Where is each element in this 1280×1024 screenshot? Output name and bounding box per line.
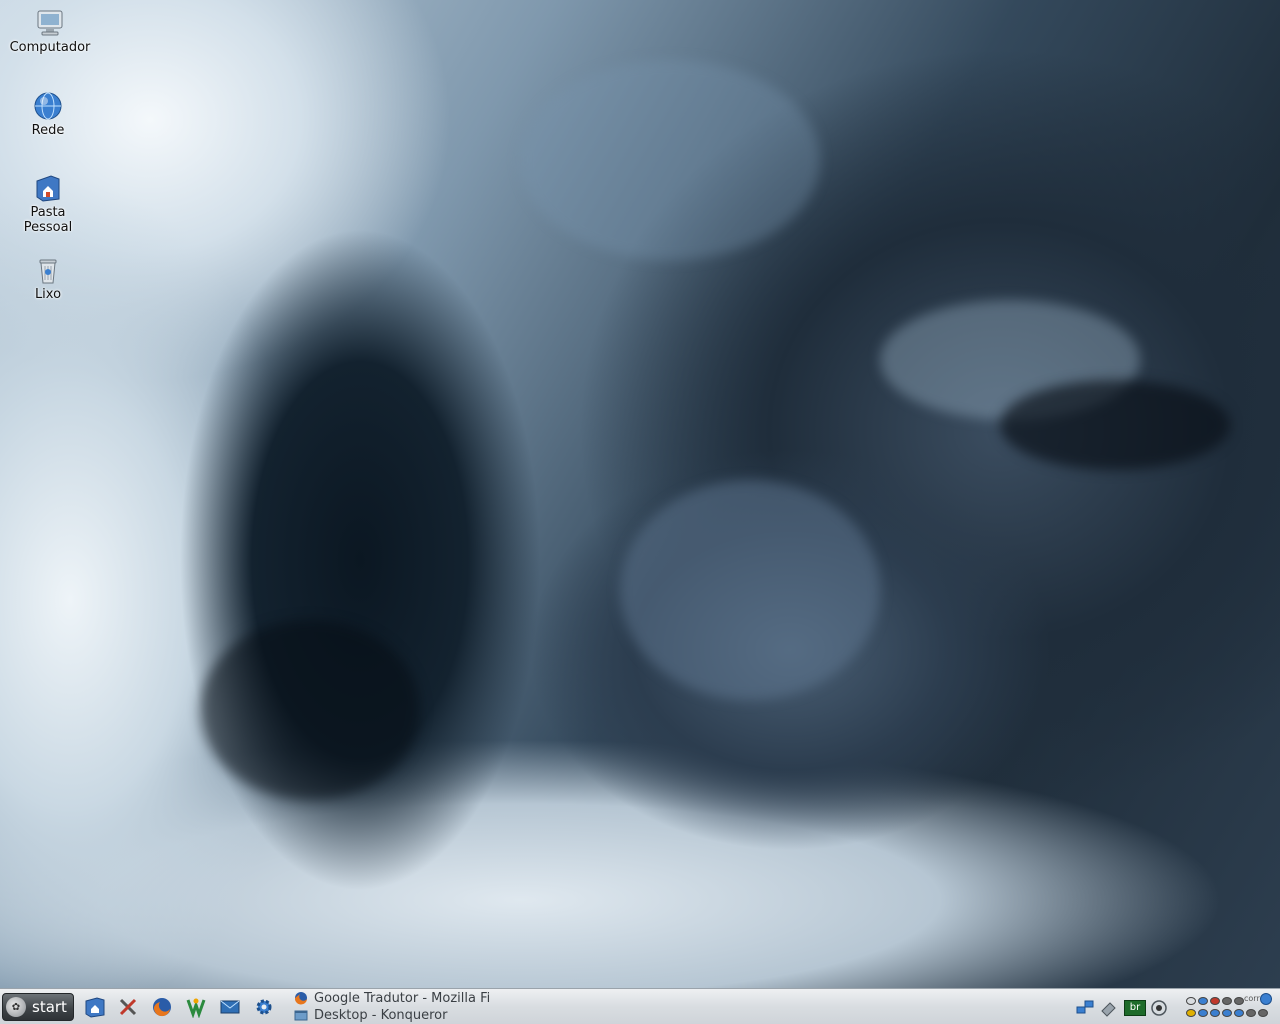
tray-clipboard[interactable] bbox=[1100, 999, 1118, 1017]
task-firefox-window[interactable]: Google Tradutor - Mozilla Firefox bbox=[294, 990, 490, 1006]
pager-desktop[interactable] bbox=[1222, 997, 1232, 1005]
pager-desktop[interactable] bbox=[1198, 997, 1208, 1005]
messenger-icon bbox=[186, 998, 206, 1018]
tray-keyboard-layout[interactable]: br bbox=[1124, 999, 1146, 1017]
desktop-icon-lixo[interactable]: Lixo bbox=[6, 255, 90, 302]
settings-gear-icon bbox=[256, 999, 272, 1015]
start-button[interactable]: ✿ start bbox=[2, 993, 74, 1021]
firefox-icon bbox=[153, 998, 171, 1017]
tray-network[interactable] bbox=[1076, 999, 1094, 1017]
wallpaper-cat-eye bbox=[1000, 380, 1230, 470]
quicklaunch-firefox[interactable] bbox=[150, 995, 174, 1019]
wallpaper-fur-detail bbox=[520, 60, 820, 260]
start-logo-icon: ✿ bbox=[6, 997, 26, 1017]
task-label: Desktop - Konqueror bbox=[314, 1007, 448, 1023]
desktop-wallpaper: Computador Rede Pasta Pessoal Lixo bbox=[0, 0, 1280, 988]
pager-desktop[interactable] bbox=[1234, 997, 1244, 1005]
pager-desktop[interactable] bbox=[1210, 1009, 1220, 1017]
desktop-icon-label: Lixo bbox=[34, 287, 62, 302]
desktop-icon-rede[interactable]: Rede bbox=[6, 91, 90, 138]
task-label: Google Tradutor - Mozilla Firefox bbox=[314, 990, 490, 1006]
quicklaunch-messenger[interactable] bbox=[184, 995, 208, 1019]
home-folder-icon bbox=[85, 997, 105, 1018]
pager-desktop[interactable] bbox=[1186, 1009, 1196, 1017]
pager-desktop[interactable] bbox=[1246, 1009, 1256, 1017]
pager-label: corr bbox=[1244, 994, 1260, 1003]
wallpaper-shadow bbox=[200, 620, 420, 800]
pager-desktop[interactable] bbox=[1222, 1009, 1232, 1017]
quicklaunch-home-folder[interactable] bbox=[83, 995, 107, 1019]
pager-desktop[interactable] bbox=[1198, 1009, 1208, 1017]
desktop-icon-label: Computador bbox=[9, 40, 91, 55]
trash-icon bbox=[33, 255, 63, 285]
clipboard-icon bbox=[1101, 1002, 1116, 1017]
pager-power-icon[interactable] bbox=[1260, 993, 1272, 1005]
tray-camera[interactable] bbox=[1150, 999, 1168, 1017]
network-globe-icon bbox=[33, 91, 63, 121]
taskbar: ✿ start Google Tradutor - Mozilla Fi Des… bbox=[0, 988, 1280, 1024]
start-button-label: start bbox=[32, 998, 67, 1016]
pager-desktop[interactable] bbox=[1186, 997, 1196, 1005]
desktop-pager[interactable]: corr bbox=[1182, 993, 1274, 1021]
firefox-icon bbox=[294, 992, 307, 1005]
desktop-icon-pasta-pessoal[interactable]: Pasta Pessoal bbox=[6, 173, 90, 235]
quicklaunch-mail[interactable] bbox=[218, 995, 242, 1019]
task-konqueror-window[interactable]: Desktop - Konqueror bbox=[294, 1007, 490, 1023]
konqueror-icon bbox=[294, 1010, 308, 1021]
keyboard-layout-label: br bbox=[1129, 1002, 1141, 1013]
keyboard-layout-icon: br bbox=[1124, 1000, 1146, 1016]
quicklaunch-settings[interactable] bbox=[252, 995, 276, 1019]
pager-desktop[interactable] bbox=[1258, 1009, 1268, 1017]
pager-desktop[interactable] bbox=[1210, 997, 1220, 1005]
quicklaunch-system-tools[interactable] bbox=[116, 995, 140, 1019]
desktop-icon-computador[interactable]: Computador bbox=[8, 8, 92, 55]
mail-icon bbox=[220, 1000, 240, 1014]
wallpaper-cat-nose bbox=[620, 480, 880, 700]
system-tools-icon bbox=[119, 998, 137, 1016]
desktop-icon-label: Pasta Pessoal bbox=[23, 205, 73, 235]
camera-eye-icon bbox=[1151, 1000, 1167, 1016]
computer-icon bbox=[35, 8, 65, 38]
desktop-icon-label: Rede bbox=[31, 123, 65, 138]
home-folder-icon bbox=[33, 173, 63, 203]
pager-desktop[interactable] bbox=[1234, 1009, 1244, 1017]
network-status-icon bbox=[1076, 1000, 1094, 1014]
